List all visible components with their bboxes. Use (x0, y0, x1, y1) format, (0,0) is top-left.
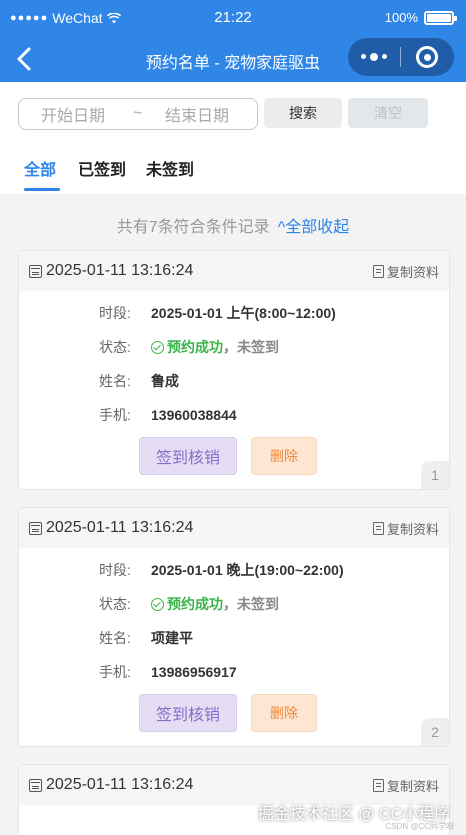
status-bar: ●●●●● WeChat 21:22 100% (0, 0, 466, 36)
created-time-text: 2025-01-11 13:16:24 (46, 519, 194, 536)
phone-label: 手机: (99, 407, 131, 423)
status-success: 预约成功 (151, 337, 223, 357)
copy-info-button[interactable]: 复制资料 (372, 776, 439, 795)
card-index: 1 (421, 461, 449, 489)
phone-row: 手机: 13960038844 (99, 405, 237, 425)
tab-signed-in[interactable]: 已签到 (78, 156, 126, 180)
status-row: 状态: 预约成功 ，未签到 (99, 594, 279, 614)
slot-value: 2025-01-01 晚上(19:00~22:00) (151, 562, 344, 578)
slot-value: 2025-01-01 上午(8:00~12:00) (151, 305, 336, 321)
phone-value: 13986956917 (151, 664, 237, 680)
status-success-text: 预约成功 (167, 339, 223, 355)
copy-info-label: 复制资料 (386, 521, 439, 537)
copy-info-button[interactable]: 复制资料 (372, 519, 439, 538)
phone-row: 手机: 13986956917 (99, 662, 237, 682)
created-time-text: 2025-01-11 13:16:24 (46, 262, 194, 279)
delete-button[interactable]: 删除 (251, 437, 317, 475)
tab-bar: 全部 已签到 未签到 (0, 156, 466, 194)
calendar-icon (29, 778, 42, 792)
copy-info-label: 复制资料 (386, 264, 439, 280)
status-sign-text: ，未签到 (223, 339, 279, 355)
filter-area: 开始日期 ~ 结束日期 搜索 清空 全部 已签到 未签到 (0, 82, 466, 194)
start-date-field[interactable]: 开始日期 (41, 102, 105, 126)
result-summary: 共有7条符合条件记录 ^全部收起 (0, 213, 466, 237)
copy-info-label: 复制资料 (386, 778, 439, 794)
phone-value: 13960038844 (151, 407, 237, 423)
more-dots-icon[interactable] (348, 52, 400, 61)
tab-all[interactable]: 全部 (24, 156, 56, 180)
check-circle-icon (151, 597, 164, 611)
slot-label: 时段: (99, 305, 131, 321)
document-icon (372, 264, 384, 278)
check-circle-icon (151, 340, 164, 354)
watermark-sub: CSDN @CC同学呀 (385, 822, 454, 831)
document-icon (372, 778, 384, 792)
status-row: 状态: 预约成功 ，未签到 (99, 337, 279, 357)
date-separator: ~ (133, 105, 143, 122)
clear-button[interactable]: 清空 (348, 98, 428, 128)
close-circle-icon[interactable] (401, 46, 453, 68)
search-button[interactable]: 搜索 (264, 98, 342, 128)
end-date-field[interactable]: 结束日期 (165, 102, 229, 126)
created-time: 2025-01-11 13:16:24 (29, 776, 193, 794)
name-value: 鲁成 (151, 373, 179, 389)
card-index: 2 (421, 718, 449, 746)
record-card: 2025-01-11 13:16:24 复制资料 时段: 2025-01-01 晚… (18, 507, 450, 747)
active-tab-indicator (24, 188, 60, 191)
calendar-icon (29, 521, 42, 535)
status-label: 状态: (99, 596, 131, 612)
card-header: 2025-01-11 13:16:24 复制资料 (19, 508, 449, 548)
status-sign-text: ，未签到 (223, 596, 279, 612)
delete-button[interactable]: 删除 (251, 694, 317, 732)
name-value: 项建平 (151, 630, 193, 646)
document-icon (372, 521, 384, 535)
created-time: 2025-01-11 13:16:24 (29, 262, 193, 280)
created-time-text: 2025-01-11 13:16:24 (46, 776, 194, 793)
mini-program-capsule (348, 38, 454, 76)
sign-in-verify-button[interactable]: 签到核销 (139, 694, 237, 732)
name-label: 姓名: (99, 630, 131, 646)
created-time: 2025-01-11 13:16:24 (29, 519, 193, 537)
card-header: 2025-01-11 13:16:24 复制资料 (19, 251, 449, 291)
status-label: 状态: (99, 339, 131, 355)
slot-label: 时段: (99, 562, 131, 578)
date-range-picker[interactable]: 开始日期 ~ 结束日期 (18, 98, 258, 130)
sign-in-verify-button[interactable]: 签到核销 (139, 437, 237, 475)
result-count: 共有7条符合条件记录 (116, 219, 270, 236)
name-row: 姓名: 鲁成 (99, 371, 179, 391)
name-row: 姓名: 项建平 (99, 628, 193, 648)
collapse-all-link[interactable]: ^全部收起 (278, 219, 350, 236)
copy-info-button[interactable]: 复制资料 (372, 262, 439, 281)
calendar-icon (29, 264, 42, 278)
battery-percent: 100% (384, 10, 418, 25)
phone-label: 手机: (99, 664, 131, 680)
name-label: 姓名: (99, 373, 131, 389)
record-card: 2025-01-11 13:16:24 复制资料 时段: 2025-01-01 上… (18, 250, 450, 490)
slot-row: 时段: 2025-01-01 晚上(19:00~22:00) (99, 560, 344, 580)
status-success-text: 预约成功 (167, 596, 223, 612)
nav-bar: 预约名单 - 宠物家庭驱虫 (0, 36, 466, 82)
status-success: 预约成功 (151, 594, 223, 614)
slot-row: 时段: 2025-01-01 上午(8:00~12:00) (99, 303, 336, 323)
card-header: 2025-01-11 13:16:24 复制资料 (19, 765, 449, 805)
tab-not-signed-in[interactable]: 未签到 (146, 156, 194, 180)
battery-group: 100% (384, 10, 457, 25)
battery-fill (427, 13, 451, 22)
battery-icon (424, 10, 457, 25)
